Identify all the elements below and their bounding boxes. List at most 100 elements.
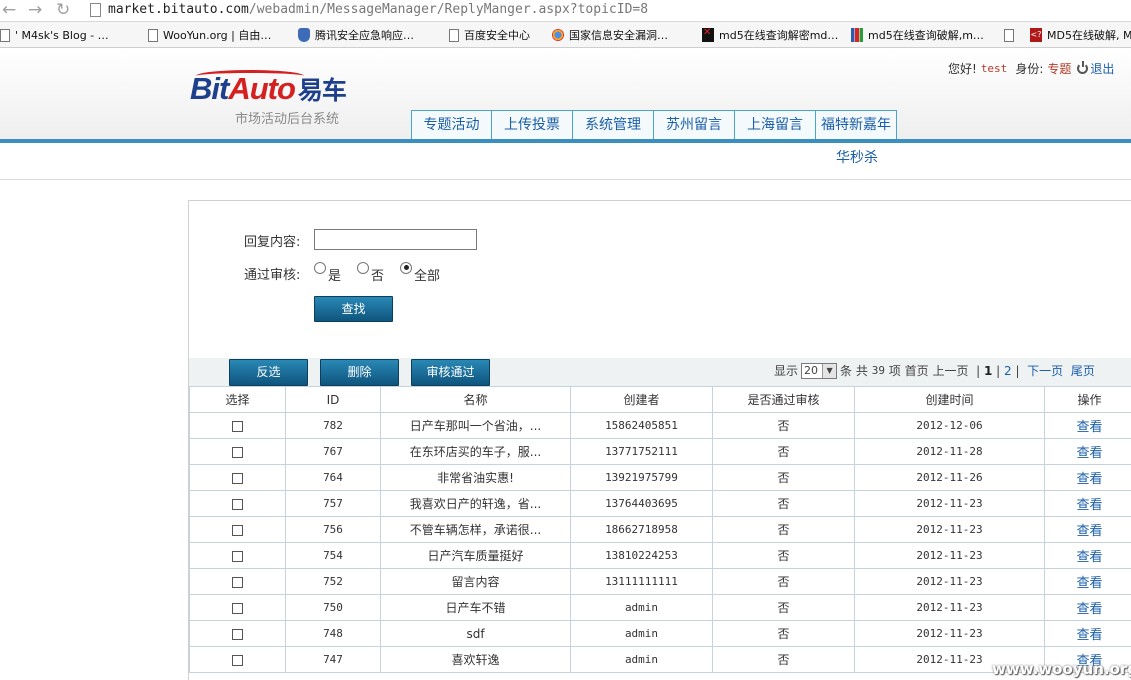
pager-prev[interactable]: 上一页 — [932, 362, 968, 379]
cell-select[interactable] — [189, 516, 286, 543]
pager-page-2[interactable]: 2 — [1004, 364, 1012, 378]
bookmark-item[interactable]: <? MD5在线破解, M — [1030, 27, 1131, 43]
radio-yes[interactable] — [314, 261, 326, 274]
approve-button[interactable]: 审核通过 — [411, 359, 490, 386]
shield-icon — [298, 28, 310, 42]
table-header-row: 选择 ID 名称 创建者 是否通过审核 创建时间 操作 — [189, 386, 1131, 413]
reply-content-input[interactable] — [314, 229, 477, 250]
reload-icon[interactable]: ↻ — [56, 1, 70, 19]
bookmark-item[interactable]: 百度安全中心 — [449, 27, 530, 43]
invert-selection-button[interactable]: 反选 — [229, 359, 308, 386]
radio-option-all[interactable]: 全部 — [400, 261, 440, 284]
bookmark-item[interactable]: md5在线查询破解,m… — [851, 27, 984, 43]
view-link[interactable]: 查看 — [1044, 438, 1131, 465]
view-link[interactable]: 查看 — [1044, 594, 1131, 621]
view-link[interactable]: 查看 — [1044, 464, 1131, 491]
pager-next[interactable]: 下一页 — [1027, 362, 1063, 379]
power-icon[interactable] — [1077, 61, 1089, 74]
cell-creator: 13764403695 — [570, 490, 713, 517]
row-checkbox[interactable] — [232, 550, 243, 562]
radio-option-yes[interactable]: 是 — [314, 261, 341, 284]
cell-creator: 13771752111 — [570, 438, 713, 465]
row-checkbox[interactable] — [232, 576, 243, 588]
cell-select[interactable] — [189, 438, 286, 465]
view-link[interactable]: 查看 — [1044, 620, 1131, 647]
radio-option-no[interactable]: 否 — [357, 261, 384, 284]
row-checkbox[interactable] — [232, 446, 243, 458]
cell-created: 2012-11-23 — [854, 490, 1045, 517]
bookmark-item[interactable]: md5在线查询解密md… — [702, 27, 838, 43]
row-checkbox[interactable] — [232, 628, 243, 640]
bookmark-item[interactable]: 国家信息安全漏洞… — [552, 27, 668, 43]
bitauto-logo[interactable]: BitAuto 易车 — [190, 72, 347, 108]
cell-select[interactable] — [189, 412, 286, 439]
page-size-select[interactable]: 20 ▼ — [801, 362, 838, 379]
cell-creator: 13921975799 — [570, 464, 713, 491]
cell-id: 764 — [285, 464, 381, 491]
cell-select[interactable] — [189, 620, 286, 647]
cell-id: 752 — [285, 568, 381, 595]
page-icon — [148, 28, 158, 42]
address-bar: ← → ↻ market.bitauto.com/webadmin/Messag… — [0, 0, 1131, 22]
radio-all[interactable] — [400, 261, 413, 274]
nav-tab-suzhou-messages[interactable]: 苏州留言 — [654, 110, 735, 139]
view-link[interactable]: 查看 — [1044, 412, 1131, 439]
table-row: 757 我喜欢日产的轩逸，省... 13764403695 否 2012-11-23 查看 — [189, 490, 1131, 517]
search-button[interactable]: 查找 — [314, 296, 393, 322]
sub-nav-item[interactable]: 华秒杀 — [836, 147, 878, 167]
nav-tab-shanghai-messages[interactable]: 上海留言 — [735, 110, 816, 139]
cell-creator: admin — [570, 646, 713, 673]
nav-tab-system-admin[interactable]: 系统管理 — [573, 110, 654, 139]
cell-id: 750 — [285, 594, 381, 621]
reply-content-label: 回复内容: — [244, 235, 301, 250]
cell-select[interactable] — [189, 646, 286, 673]
cell-created: 2012-11-23 — [854, 542, 1045, 569]
page-icon — [1004, 28, 1014, 42]
cell-select[interactable] — [189, 542, 286, 569]
view-link[interactable]: 查看 — [1044, 490, 1131, 517]
pager-last[interactable]: 尾页 — [1071, 362, 1095, 379]
cell-select[interactable] — [189, 568, 286, 595]
cell-select[interactable] — [189, 464, 286, 491]
cell-select[interactable] — [189, 594, 286, 621]
bookmark-item[interactable] — [1004, 27, 1019, 43]
row-checkbox[interactable] — [232, 602, 243, 614]
bookmark-item[interactable]: 腾讯安全应急响应… — [298, 27, 414, 43]
bookmark-item[interactable]: ' M4sk's Blog - … — [0, 27, 109, 43]
row-checkbox[interactable] — [232, 654, 243, 666]
greeting: 您好! — [948, 62, 977, 76]
bookmark-item[interactable]: WooYun.org | 自由… — [148, 27, 271, 43]
cell-approved: 否 — [712, 620, 855, 647]
row-checkbox[interactable] — [232, 498, 243, 510]
user-bar: 您好! test 身份: 专题 退出 — [948, 60, 1114, 77]
page-icon — [449, 28, 459, 42]
back-arrow-icon[interactable]: ← — [2, 1, 16, 19]
cell-name: 非常省油实惠! — [380, 464, 571, 491]
cell-created: 2012-11-23 — [854, 568, 1045, 595]
pager-first[interactable]: 首页 — [905, 362, 929, 379]
radio-no[interactable] — [357, 261, 370, 274]
logout-link[interactable]: 退出 — [1090, 60, 1114, 77]
cell-creator: 15862405851 — [570, 412, 713, 439]
row-checkbox[interactable] — [232, 524, 243, 536]
cell-creator: admin — [570, 620, 713, 647]
row-checkbox[interactable] — [232, 420, 243, 432]
view-link[interactable]: 查看 — [1044, 542, 1131, 569]
view-link[interactable]: 查看 — [1044, 568, 1131, 595]
table-row: 782 日产车那叫一个省油，... 15862405851 否 2012-12-06 查看 — [189, 412, 1131, 439]
forward-arrow-icon[interactable]: → — [28, 1, 42, 19]
nav-tab-upload-vote[interactable]: 上传投票 — [492, 110, 573, 139]
col-header-creator: 创建者 — [570, 386, 713, 413]
page-icon — [90, 3, 101, 17]
nav-tab-topic-events[interactable]: 专题活动 — [411, 110, 492, 139]
row-checkbox[interactable] — [232, 472, 243, 484]
nav-tab-ford-fiesta[interactable]: 福特新嘉年 — [816, 110, 897, 139]
cell-id: 754 — [285, 542, 381, 569]
view-link[interactable]: 查看 — [1044, 516, 1131, 543]
audit-radio-group: 是 否 全部 — [314, 261, 456, 284]
cell-select[interactable] — [189, 490, 286, 517]
url-field[interactable]: market.bitauto.com/webadmin/MessageManag… — [108, 2, 648, 18]
delete-button[interactable]: 删除 — [320, 359, 399, 386]
pager-page-1[interactable]: 1 — [984, 364, 992, 378]
pager-total-label: 共 — [855, 364, 868, 378]
